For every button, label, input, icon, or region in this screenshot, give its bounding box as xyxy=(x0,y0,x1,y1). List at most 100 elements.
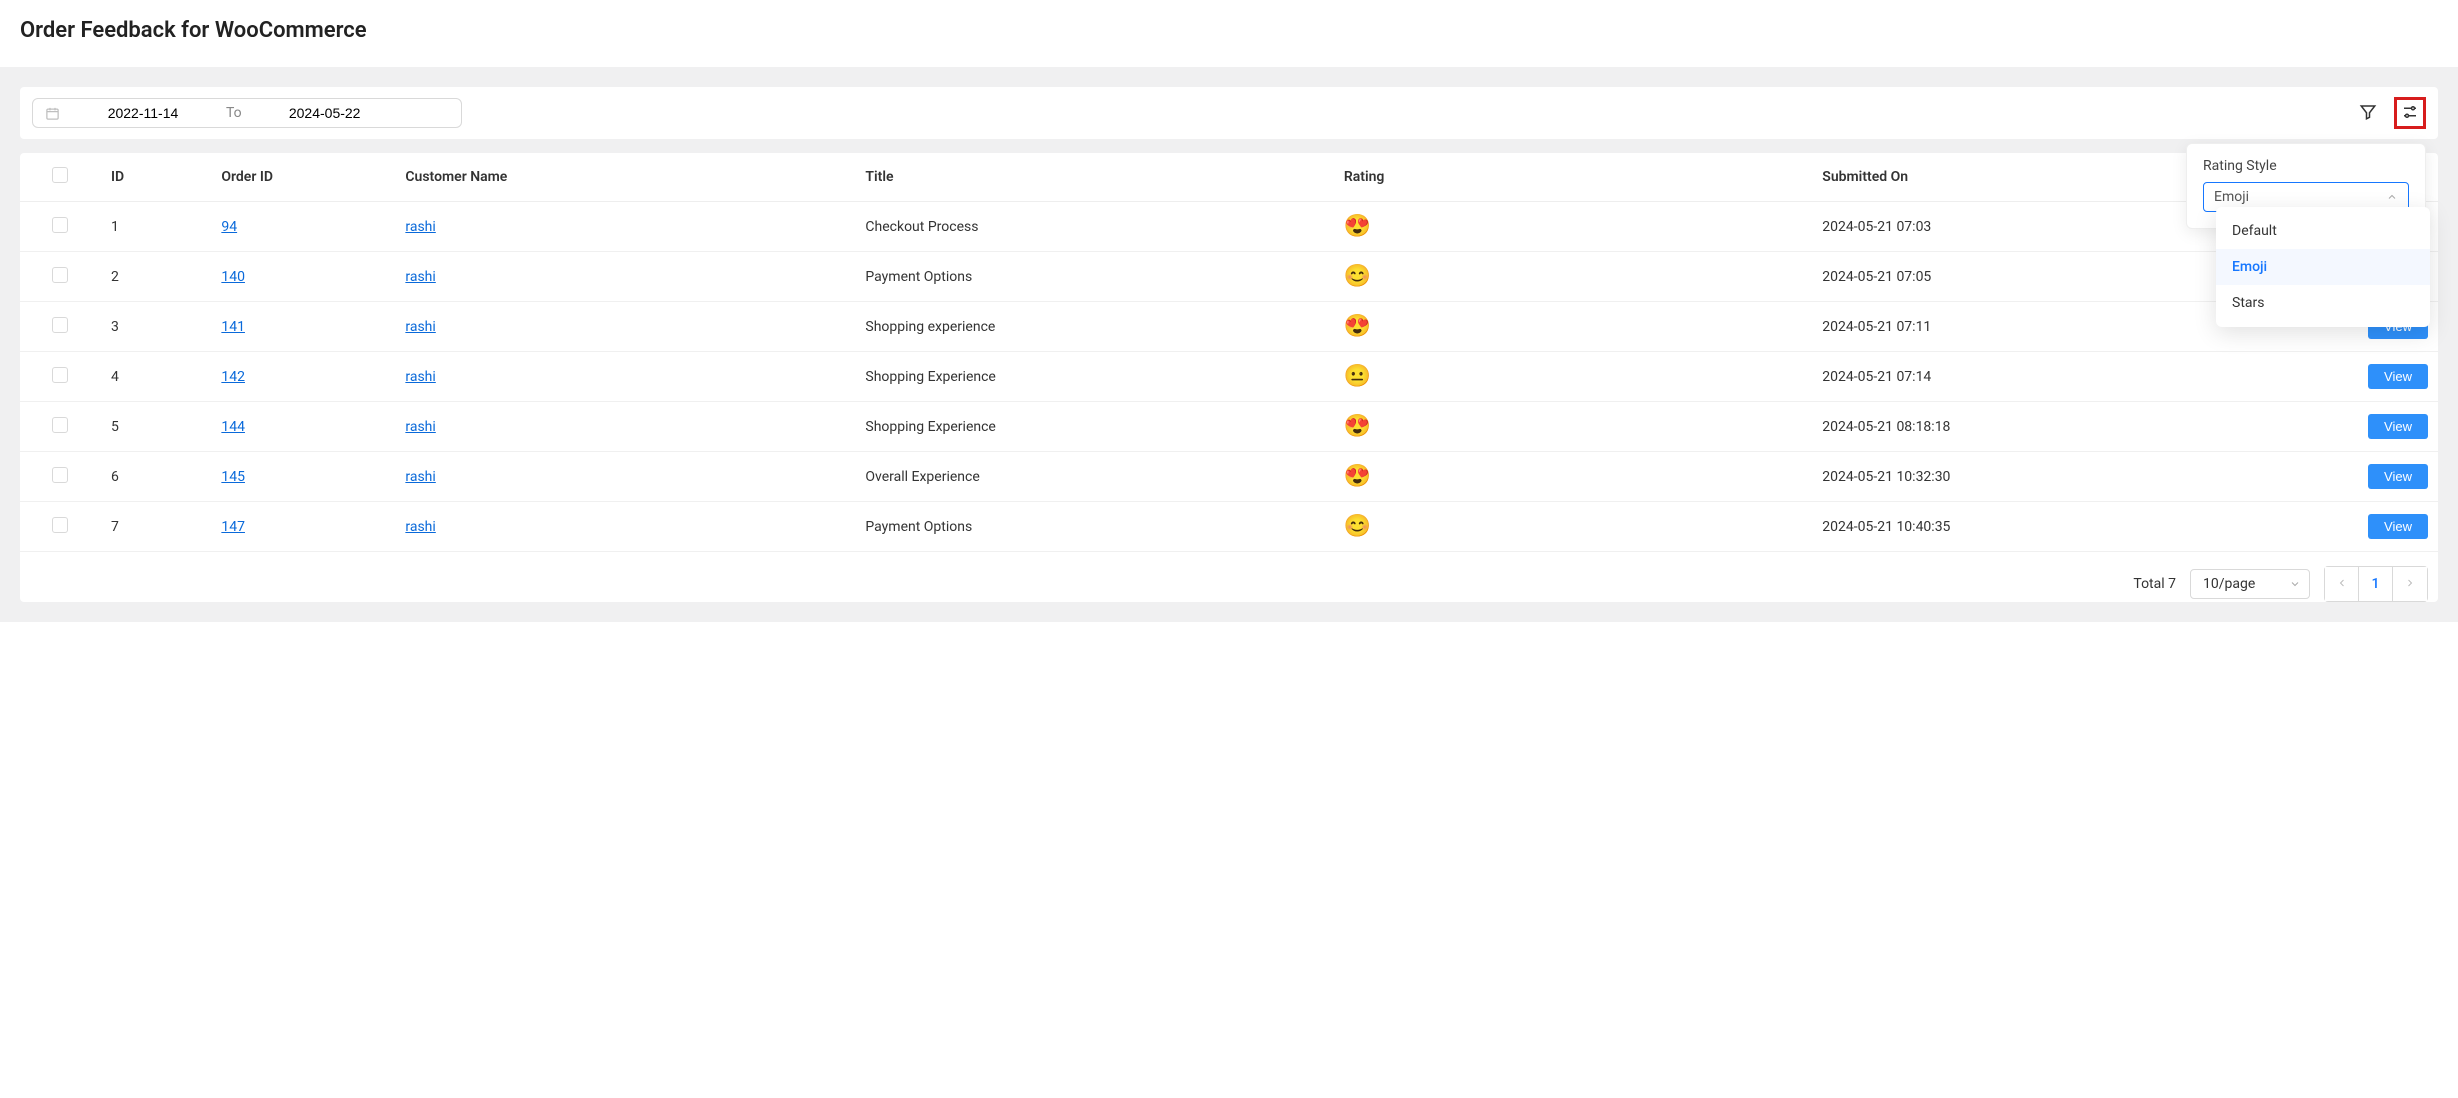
rating-style-option[interactable]: Stars xyxy=(2216,285,2430,321)
row-index: 6 xyxy=(101,452,211,502)
table-row: 3141rashiShopping experience😍2024-05-21 … xyxy=(20,302,2438,352)
row-checkbox[interactable] xyxy=(52,467,68,483)
toolbar-right: Rating Style Emoji DefaultEmojiStars xyxy=(2352,97,2426,129)
pagination: 1 xyxy=(2324,566,2428,602)
row-checkbox[interactable] xyxy=(52,517,68,533)
order-id-link[interactable]: 145 xyxy=(221,469,245,485)
chevron-down-icon xyxy=(2289,578,2301,590)
order-id-link[interactable]: 142 xyxy=(221,369,245,385)
rating-emoji: 😍 xyxy=(1344,414,1371,439)
rating-style-dropdown: DefaultEmojiStars xyxy=(2216,207,2430,327)
settings-button[interactable] xyxy=(2394,97,2426,129)
date-to-input[interactable] xyxy=(260,105,390,121)
per-page-value: 10/page xyxy=(2203,576,2255,592)
next-page-button[interactable] xyxy=(2393,567,2427,601)
rating-style-option[interactable]: Default xyxy=(2216,213,2430,249)
current-page[interactable]: 1 xyxy=(2359,567,2393,601)
table-row: 2 140 rashi Payment Options 😊 2024-05-21 07:0… xyxy=(20,252,2438,302)
customer-link[interactable]: rashi xyxy=(405,269,435,285)
filter-panel: To Rating Style Emoji xyxy=(20,87,2438,139)
content-area: To Rating Style Emoji xyxy=(0,67,2458,622)
customer-link[interactable]: rashi xyxy=(405,369,435,385)
order-id-link[interactable]: 94 xyxy=(221,219,237,235)
row-checkbox[interactable] xyxy=(52,417,68,433)
date-separator: To xyxy=(226,105,242,121)
customer-link[interactable]: rashi xyxy=(405,419,435,435)
customer-link[interactable]: rashi xyxy=(405,469,435,485)
row-checkbox[interactable] xyxy=(52,267,68,283)
rating-style-selected: Emoji xyxy=(2214,189,2249,205)
col-checkbox xyxy=(20,153,101,202)
feedback-table: ID Order ID Customer Name Title Rating S… xyxy=(20,153,2438,552)
row-title: Payment Options xyxy=(855,502,1333,552)
col-order-id: Order ID xyxy=(211,153,395,202)
rating-emoji: 😐 xyxy=(1344,364,1371,389)
rating-emoji: 😍 xyxy=(1344,464,1371,489)
col-rating: Rating xyxy=(1334,153,1812,202)
row-index: 7 xyxy=(101,502,211,552)
toolbar: To Rating Style Emoji xyxy=(20,87,2438,139)
page-header: Order Feedback for WooCommerce xyxy=(0,0,2458,67)
table-header-row: ID Order ID Customer Name Title Rating S… xyxy=(20,153,2438,202)
row-title: Overall Experience xyxy=(855,452,1333,502)
row-checkbox[interactable] xyxy=(52,217,68,233)
row-title: Shopping Experience xyxy=(855,352,1333,402)
row-submitted: 2024-05-21 10:40:35 xyxy=(1812,502,2272,552)
table-row: 5 144 rashi Shopping Experience 😍 2024-05-21 … xyxy=(20,402,2438,452)
sliders-icon xyxy=(2401,103,2419,124)
col-title: Title xyxy=(855,153,1333,202)
row-submitted: 2024-05-21 07:11 xyxy=(1812,302,2272,352)
rating-emoji: 😍 xyxy=(1344,214,1371,239)
chevron-left-icon xyxy=(2336,577,2348,592)
date-from-input[interactable] xyxy=(78,105,208,121)
row-checkbox[interactable] xyxy=(52,367,68,383)
row-title: Shopping experience xyxy=(855,302,1333,352)
table-panel: ID Order ID Customer Name Title Rating S… xyxy=(20,153,2438,602)
row-index: 3 xyxy=(101,302,211,352)
row-title: Checkout Process xyxy=(855,202,1333,252)
view-button[interactable]: View xyxy=(2368,364,2428,389)
order-id-link[interactable]: 140 xyxy=(221,269,245,285)
row-submitted: 2024-05-21 10:32:30 xyxy=(1812,452,2272,502)
view-button[interactable]: View xyxy=(2368,414,2428,439)
chevron-right-icon xyxy=(2404,577,2416,592)
rating-style-option[interactable]: Emoji xyxy=(2216,249,2430,285)
row-submitted: 2024-05-21 07:05 xyxy=(1812,252,2272,302)
table-row: 7 147 rashi Payment Options 😊 2024-05-21 10:4… xyxy=(20,502,2438,552)
table-footer: Total 7 10/page 1 xyxy=(20,552,2438,602)
col-id: ID xyxy=(101,153,211,202)
prev-page-button[interactable] xyxy=(2325,567,2359,601)
customer-link[interactable]: rashi xyxy=(405,319,435,335)
row-title: Payment Options xyxy=(855,252,1333,302)
row-index: 1 xyxy=(101,202,211,252)
view-button[interactable]: View xyxy=(2368,514,2428,539)
view-button[interactable]: View xyxy=(2368,464,2428,489)
row-checkbox[interactable] xyxy=(52,317,68,333)
table-row: 6 145 rashi Overall Experience 😍 2024-05-21 1… xyxy=(20,452,2438,502)
rating-emoji: 😊 xyxy=(1344,514,1371,539)
table-row: 194rashiCheckout Process😍2024-05-21 07:0… xyxy=(20,202,2438,252)
per-page-select[interactable]: 10/page xyxy=(2190,569,2310,599)
calendar-icon xyxy=(45,106,60,121)
row-submitted: 2024-05-21 08:18:18 xyxy=(1812,402,2272,452)
date-range-picker[interactable]: To xyxy=(32,98,462,128)
page-title: Order Feedback for WooCommerce xyxy=(20,18,2438,43)
row-submitted: 2024-05-21 07:14 xyxy=(1812,352,2272,402)
order-id-link[interactable]: 144 xyxy=(221,419,245,435)
order-id-link[interactable]: 141 xyxy=(221,319,245,335)
row-title: Shopping Experience xyxy=(855,402,1333,452)
order-id-link[interactable]: 147 xyxy=(221,519,245,535)
chevron-up-icon xyxy=(2386,191,2398,203)
filter-button[interactable] xyxy=(2352,97,2384,129)
select-all-checkbox[interactable] xyxy=(52,167,68,183)
rating-style-label: Rating Style xyxy=(2203,158,2409,174)
rating-emoji: 😊 xyxy=(1344,264,1371,289)
customer-link[interactable]: rashi xyxy=(405,219,435,235)
row-index: 2 xyxy=(101,252,211,302)
customer-link[interactable]: rashi xyxy=(405,519,435,535)
total-label: Total 7 xyxy=(2133,576,2176,592)
col-customer: Customer Name xyxy=(395,153,855,202)
row-index: 5 xyxy=(101,402,211,452)
table-row: 4142rashiShopping Experience😐2024-05-21 … xyxy=(20,352,2438,402)
funnel-icon xyxy=(2359,103,2377,124)
